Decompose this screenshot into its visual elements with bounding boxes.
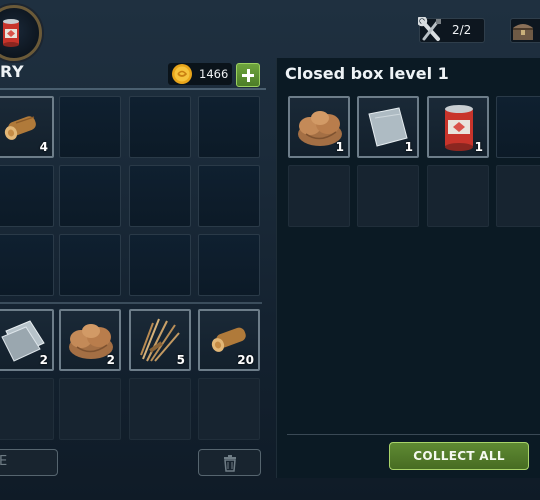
- inventory-slot[interactable]: [198, 96, 260, 158]
- slot-quantity: 1: [474, 140, 483, 154]
- inventory-slot[interactable]: [198, 165, 260, 227]
- closed-box-panel: Closed box level 1 1 1 1 COLLECT ALL: [276, 58, 540, 478]
- inventory-slot[interactable]: [0, 165, 54, 227]
- player-avatar[interactable]: [0, 5, 42, 61]
- inventory-slot[interactable]: [129, 378, 191, 440]
- slot-quantity: 1: [335, 140, 344, 154]
- box-slot[interactable]: [288, 165, 350, 227]
- inventory-slot[interactable]: [59, 234, 121, 296]
- box-title: Closed box level 1: [285, 64, 449, 83]
- slot-quantity: 2: [106, 353, 115, 367]
- box-slot[interactable]: [427, 165, 489, 227]
- inventory-title-underline: [0, 88, 266, 90]
- box-slot[interactable]: [357, 165, 419, 227]
- inventory-slot[interactable]: [198, 234, 260, 296]
- chest-icon: [513, 24, 533, 40]
- inventory-slot[interactable]: [59, 96, 121, 158]
- box-slot[interactable]: 1: [427, 96, 489, 158]
- box-divider: [287, 434, 540, 435]
- slot-quantity: 5: [176, 353, 185, 367]
- inventory-slot[interactable]: [0, 378, 54, 440]
- slot-quantity: 4: [39, 140, 48, 154]
- inventory-slot[interactable]: [129, 96, 191, 158]
- inventory-slot[interactable]: 5: [129, 309, 191, 371]
- inventory-slot[interactable]: 2: [59, 309, 121, 371]
- trash-icon: [224, 455, 236, 472]
- inventory-slot[interactable]: 2: [0, 309, 54, 371]
- box-slot[interactable]: [496, 96, 540, 158]
- box-slot[interactable]: 1: [357, 96, 419, 158]
- wrench-screwdriver-icon: [418, 17, 441, 41]
- inventory-slot[interactable]: [129, 234, 191, 296]
- slot-quantity: 2: [39, 353, 48, 367]
- add-coins-button[interactable]: [236, 63, 260, 87]
- log-icon: [4, 116, 36, 140]
- inventory-panel: RY 1466 4 2 2 5 20 E: [0, 58, 274, 500]
- inventory-action-button[interactable]: E: [0, 449, 58, 476]
- inventory-slot[interactable]: [59, 165, 121, 227]
- inventory-title: RY: [0, 62, 25, 81]
- inventory-slot[interactable]: [129, 165, 191, 227]
- inventory-divider: [0, 302, 262, 304]
- food-can-icon: [445, 105, 473, 151]
- inventory-slot[interactable]: 20: [198, 309, 260, 371]
- food-can-icon: [3, 19, 19, 47]
- trash-button[interactable]: [198, 449, 261, 476]
- inventory-action-label: E: [0, 454, 8, 469]
- tools-count-text: 2/2: [452, 23, 472, 37]
- box-slot[interactable]: [496, 165, 540, 227]
- tools-counter: 2/2: [418, 17, 485, 43]
- inventory-slot[interactable]: [198, 378, 260, 440]
- inventory-slot[interactable]: [59, 378, 121, 440]
- inventory-slot[interactable]: 4: [0, 96, 54, 158]
- collect-all-button[interactable]: COLLECT ALL: [389, 442, 529, 470]
- top-bar: 2/2: [0, 0, 540, 61]
- coin-icon: [172, 64, 192, 84]
- box-slot[interactable]: 1: [288, 96, 350, 158]
- slot-quantity: 20: [237, 353, 254, 367]
- inventory-slot[interactable]: [0, 234, 54, 296]
- coin-balance: 1466: [168, 63, 232, 85]
- slot-quantity: 1: [404, 140, 413, 154]
- collect-all-label: COLLECT ALL: [413, 449, 505, 463]
- chest-button[interactable]: [510, 18, 540, 43]
- coin-amount: 1466: [199, 67, 229, 81]
- log-icon: [211, 327, 246, 352]
